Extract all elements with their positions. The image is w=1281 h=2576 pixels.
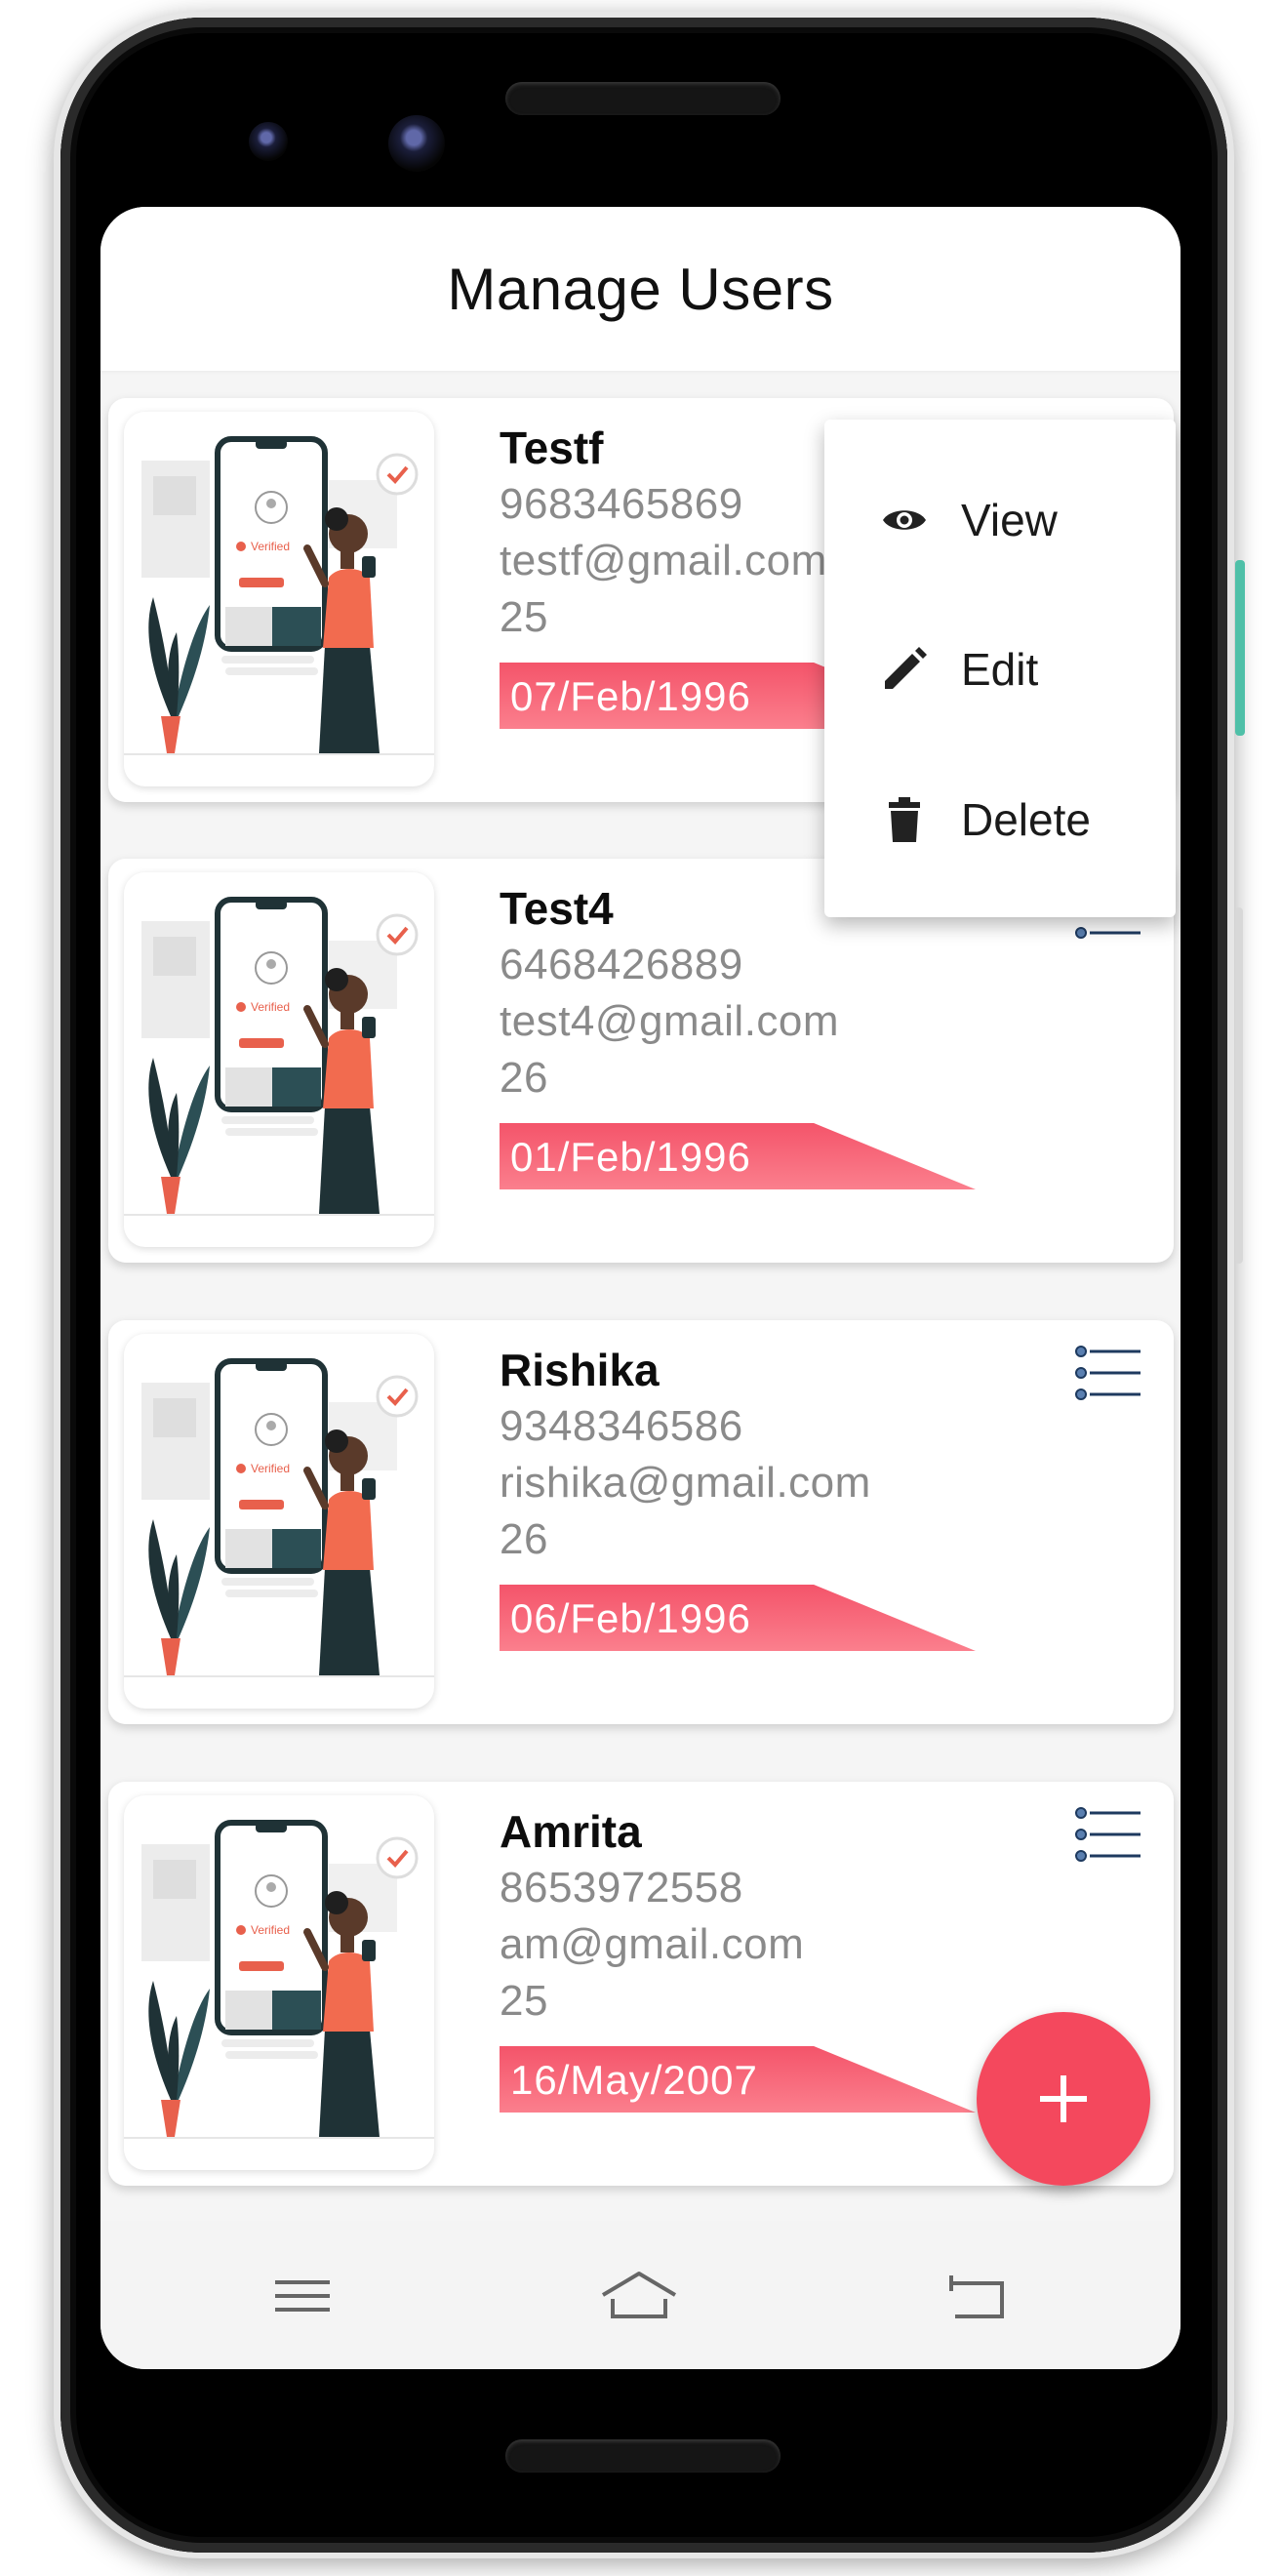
user-card[interactable]: Verified Test4 6468426889 test4@gmail.co… [108, 859, 1174, 1263]
avatar-illustration: Verified [124, 436, 434, 755]
nav-back-button[interactable] [922, 2252, 1029, 2340]
user-info: Testf 9683465869 testf@gmail.com 25 [500, 420, 827, 646]
user-name: Testf [500, 423, 604, 473]
user-card[interactable]: Verified Rishika 9348346586 rishika@gmai… [108, 1320, 1174, 1724]
list-icon [1075, 1807, 1141, 1862]
menu-icon [275, 2280, 330, 2312]
user-info: Amrita 8653972558 am@gmail.com 25 [500, 1803, 804, 2030]
add-user-button[interactable] [977, 2012, 1150, 2186]
user-info: Rishika 9348346586 rishika@gmail.com 26 [500, 1342, 871, 1568]
svg-text:Verified: Verified [251, 1000, 290, 1014]
user-email: rishika@gmail.com [500, 1459, 871, 1507]
trash-icon [889, 797, 920, 842]
user-phone: 9683465869 [500, 480, 743, 528]
menu-item-label: Delete [961, 794, 1091, 845]
dob-tag: 16/May/2007 [500, 2046, 976, 2113]
avatar-illustration: Verified [124, 1358, 434, 1677]
user-avatar: Verified [124, 872, 434, 1247]
app-bar: Manage Users [100, 207, 1181, 371]
volume-button [1235, 907, 1243, 1264]
home-icon [601, 2272, 677, 2318]
user-age: 26 [500, 1515, 548, 1563]
nav-menu-button[interactable] [249, 2252, 356, 2340]
user-age: 25 [500, 1977, 548, 2025]
user-phone: 9348346586 [500, 1402, 743, 1450]
list-menu-icon[interactable] [1074, 1344, 1142, 1402]
user-info: Test4 6468426889 test4@gmail.com 26 [500, 880, 839, 1107]
user-age: 26 [500, 1054, 548, 1102]
power-button [1235, 560, 1245, 736]
svg-text:Verified: Verified [251, 1923, 290, 1937]
avatar-illustration: Verified [124, 1820, 434, 2139]
user-avatar: Verified [124, 1334, 434, 1709]
user-age: 25 [500, 593, 548, 641]
user-email: testf@gmail.com [500, 537, 827, 584]
user-phone: 6468426889 [500, 941, 743, 988]
user-name: Test4 [500, 883, 614, 934]
user-avatar: Verified [124, 412, 434, 786]
context-menu: View Edit Delete [824, 420, 1176, 917]
back-icon [949, 2275, 1004, 2318]
list-icon-graphic [1075, 1807, 1141, 1862]
menu-item-edit[interactable]: Edit [824, 611, 1176, 728]
user-avatar: Verified [124, 1795, 434, 2170]
nav-home-button[interactable] [585, 2252, 693, 2340]
list-icon-graphic [1075, 1346, 1141, 1400]
dob-tag: 01/Feb/1996 [500, 1123, 976, 1189]
menu-item-view[interactable]: View [824, 462, 1176, 579]
user-name: Amrita [500, 1806, 642, 1857]
user-dob: 06/Feb/1996 [510, 1595, 751, 1641]
front-sensor [249, 122, 288, 161]
list-icon [1075, 1346, 1141, 1400]
dob-tag: 06/Feb/1996 [500, 1585, 976, 1651]
user-name: Rishika [500, 1345, 660, 1395]
user-dob: 16/May/2007 [510, 2057, 758, 2103]
svg-text:Verified: Verified [251, 540, 290, 553]
avatar-illustration: Verified [124, 897, 434, 1216]
svg-text:Verified: Verified [251, 1462, 290, 1475]
front-camera [388, 115, 445, 172]
user-dob: 07/Feb/1996 [510, 673, 751, 719]
pencil-icon [885, 647, 927, 689]
page-title: Manage Users [447, 256, 834, 322]
menu-item-label: View [961, 495, 1058, 545]
system-nav-bar [100, 2221, 1181, 2369]
earpiece-speaker [505, 82, 781, 115]
user-email: am@gmail.com [500, 1920, 805, 1968]
app-screen: Manage Users Verified Testf 9683465869 t… [100, 207, 1181, 2369]
menu-item-label: Edit [961, 644, 1039, 695]
plus-icon [1040, 2075, 1087, 2122]
menu-item-delete[interactable]: Delete [824, 761, 1176, 878]
eye-icon [883, 510, 926, 530]
user-phone: 8653972558 [500, 1864, 743, 1912]
user-email: test4@gmail.com [500, 997, 840, 1045]
bottom-speaker [505, 2439, 781, 2473]
user-dob: 01/Feb/1996 [510, 1134, 751, 1180]
list-menu-icon[interactable] [1074, 1805, 1142, 1864]
